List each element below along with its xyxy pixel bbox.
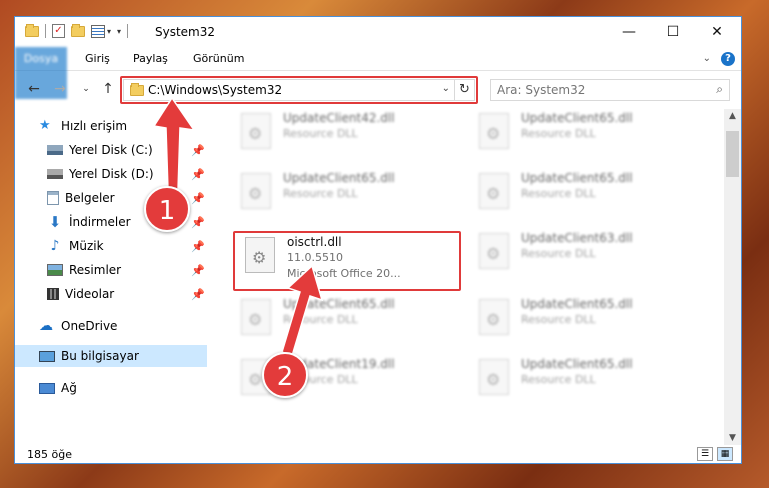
arrow-2 [281,264,324,358]
annotation-arrows [152,96,324,358]
step-2-badge: 2 [262,352,308,398]
arrow-1 [152,96,196,191]
step-1-badge: 1 [144,186,190,232]
